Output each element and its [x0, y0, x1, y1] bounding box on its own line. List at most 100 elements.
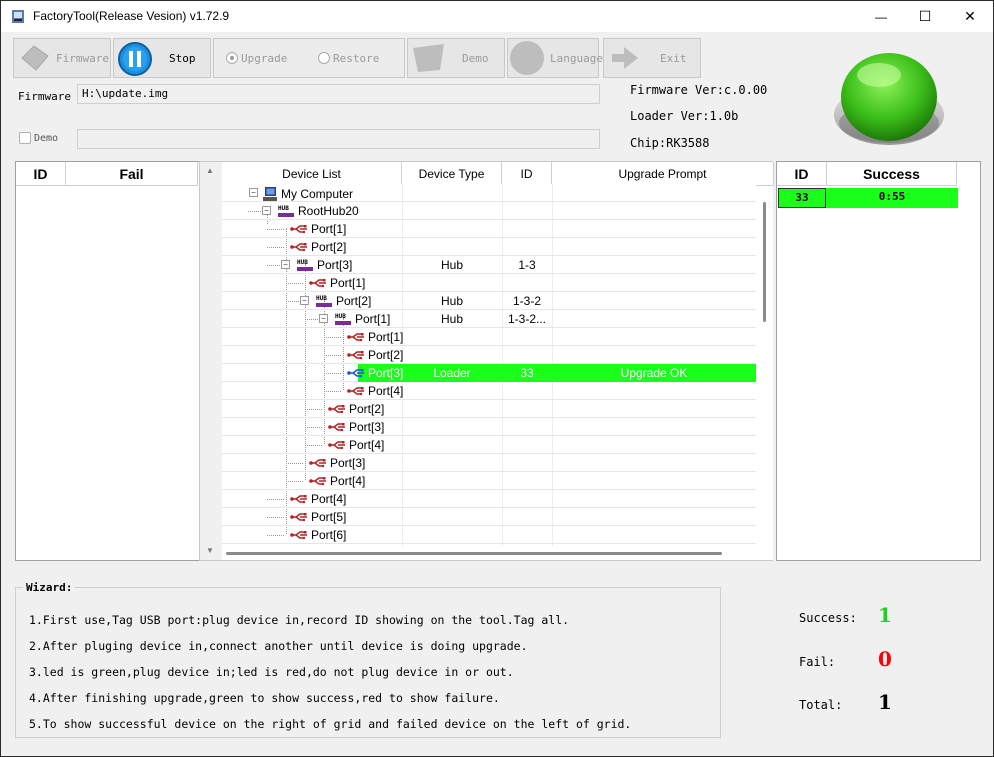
- upgrade-radio-dot: [230, 56, 234, 60]
- demo-checkbox[interactable]: [19, 132, 31, 144]
- tree-node[interactable]: Port[4]: [347, 384, 403, 398]
- fail-grid-id-header[interactable]: ID: [16, 162, 66, 186]
- left-scrollbar[interactable]: ▲ ▼: [200, 162, 222, 560]
- tree-node-label: Port[1]: [368, 330, 404, 344]
- tree-row[interactable]: − My Computer: [222, 184, 756, 202]
- firmware-path-field[interactable]: H:\update.img: [77, 84, 600, 104]
- tree-node[interactable]: HUB Port[2]: [315, 294, 371, 308]
- hub-icon: HUB: [296, 258, 314, 272]
- tree-row[interactable]: Port[4]: [222, 472, 756, 490]
- tree-row[interactable]: Port[4]: [222, 490, 756, 508]
- maximize-icon: ☐: [918, 8, 932, 24]
- total-count: 1: [878, 690, 892, 714]
- tree-node[interactable]: Port[2]: [328, 402, 384, 416]
- tree-node[interactable]: Port[4]: [309, 474, 365, 488]
- tree-node[interactable]: Port[2]: [347, 348, 403, 362]
- fail-grid-fail-header[interactable]: Fail: [66, 162, 198, 186]
- tree-node[interactable]: Port[4]: [328, 438, 384, 452]
- tree-row[interactable]: Port[3]: [222, 418, 756, 436]
- tree-branch-line: [267, 247, 284, 248]
- tree-row[interactable]: − HUB Port[2] Hub 1-3-2: [222, 292, 756, 310]
- tree-node[interactable]: HUB Port[1]: [334, 312, 390, 326]
- scroll-up-icon[interactable]: ▲: [206, 166, 214, 175]
- tree-row[interactable]: Port[5]: [222, 508, 756, 526]
- tree-row[interactable]: Port[2]: [222, 400, 756, 418]
- upgrade-prompt-header[interactable]: Upgrade Prompt: [552, 162, 774, 186]
- collapse-toggle-icon[interactable]: −: [319, 314, 328, 323]
- stop-button[interactable]: Stop: [113, 38, 211, 78]
- tree-row[interactable]: Port[1]: [222, 220, 756, 238]
- horizontal-scrollbar-thumb[interactable]: [226, 552, 722, 555]
- maximize-button[interactable]: ☐: [902, 1, 948, 32]
- tree-branch-line: [267, 517, 284, 518]
- device-type-cell: Hub: [440, 294, 463, 308]
- firmware-button[interactable]: Firmware: [13, 38, 111, 78]
- tree-node-label: Port[2]: [336, 294, 372, 308]
- tree-row[interactable]: Port[2]: [222, 238, 756, 256]
- tree-row[interactable]: Port[3] Loader 33 Upgrade OK: [222, 364, 756, 382]
- minimize-button[interactable]: —: [858, 1, 904, 32]
- success-grid-id-header[interactable]: ID: [777, 162, 827, 186]
- device-type-header[interactable]: Device Type: [402, 162, 502, 186]
- tree-row[interactable]: − HUB RootHub20: [222, 202, 756, 220]
- tree-node[interactable]: Port[3]: [328, 420, 384, 434]
- tree-row[interactable]: − HUB Port[1] Hub 1-3-2...: [222, 310, 756, 328]
- tree-row[interactable]: Port[4]: [222, 436, 756, 454]
- tree-row[interactable]: Port[2]: [222, 346, 756, 364]
- device-list-header[interactable]: Device List: [222, 162, 402, 186]
- app-window: FactoryTool(Release Vesion) v1.72.9 — ☐ …: [0, 0, 994, 757]
- total-count-label: Total:: [799, 698, 843, 712]
- tree-node[interactable]: Port[2]: [290, 240, 346, 254]
- tree-node-label: Port[2]: [311, 240, 347, 254]
- device-id-header[interactable]: ID: [502, 162, 552, 186]
- close-button[interactable]: ✕: [947, 1, 993, 32]
- tree-node-label: Port[3]: [349, 420, 385, 434]
- restore-radio[interactable]: [318, 52, 330, 64]
- wizard-box: [15, 587, 721, 738]
- demo-icon: [413, 44, 444, 72]
- tree-row[interactable]: Port[1]: [222, 328, 756, 346]
- hub-icon: HUB: [277, 204, 295, 218]
- collapse-toggle-icon[interactable]: −: [281, 260, 290, 269]
- vertical-scrollbar[interactable]: [757, 186, 773, 560]
- tree-node[interactable]: My Computer: [262, 186, 353, 202]
- tree-row[interactable]: Port[4]: [222, 382, 756, 400]
- exit-button[interactable]: Exit: [603, 38, 701, 78]
- upgrade-radio[interactable]: [226, 52, 238, 64]
- svg-text:HUB: HUB: [316, 295, 327, 302]
- scroll-down-icon[interactable]: ▼: [206, 546, 214, 555]
- tree-node[interactable]: HUB Port[3]: [296, 258, 352, 272]
- tree-node[interactable]: Port[1]: [290, 222, 346, 236]
- hub-icon: HUB: [315, 294, 333, 308]
- vertical-scrollbar-thumb[interactable]: [763, 202, 766, 322]
- horizontal-scrollbar[interactable]: [222, 546, 757, 560]
- exit-button-label: Exit: [660, 52, 687, 65]
- demo-field[interactable]: [77, 129, 600, 149]
- tree-node[interactable]: Port[3]: [347, 366, 403, 380]
- tree-node[interactable]: HUB RootHub20: [277, 204, 359, 218]
- tree-node[interactable]: Port[1]: [309, 276, 365, 290]
- wizard-line-4: 4.After finishing upgrade,green to show …: [29, 691, 500, 705]
- success-count: 1: [878, 603, 892, 627]
- collapse-toggle-icon[interactable]: −: [249, 188, 258, 197]
- hub-icon: HUB: [334, 312, 352, 326]
- language-button[interactable]: Language: [507, 38, 603, 78]
- success-grid: ID Success 33 0:55: [776, 161, 981, 561]
- tree-row[interactable]: Port[6]: [222, 526, 756, 544]
- tree-row[interactable]: Port[3]: [222, 454, 756, 472]
- tree-node[interactable]: Port[4]: [290, 492, 346, 506]
- success-row[interactable]: 33 0:55: [778, 188, 958, 208]
- tree-row[interactable]: − HUB Port[3] Hub 1-3: [222, 256, 756, 274]
- collapse-toggle-icon[interactable]: −: [300, 296, 309, 305]
- tree-node[interactable]: Port[5]: [290, 510, 346, 524]
- device-id-cell: 33: [520, 366, 534, 380]
- tree-node[interactable]: Port[6]: [290, 528, 346, 542]
- collapse-toggle-icon[interactable]: −: [262, 206, 271, 215]
- tree-branch-line: [267, 535, 284, 536]
- tree-row[interactable]: Port[1]: [222, 274, 756, 292]
- success-grid-success-header[interactable]: Success: [827, 162, 957, 186]
- tree-node[interactable]: Port[3]: [309, 456, 365, 470]
- restore-label: Restore: [333, 52, 380, 65]
- demo-button[interactable]: Demo: [407, 38, 505, 78]
- tree-node[interactable]: Port[1]: [347, 330, 403, 344]
